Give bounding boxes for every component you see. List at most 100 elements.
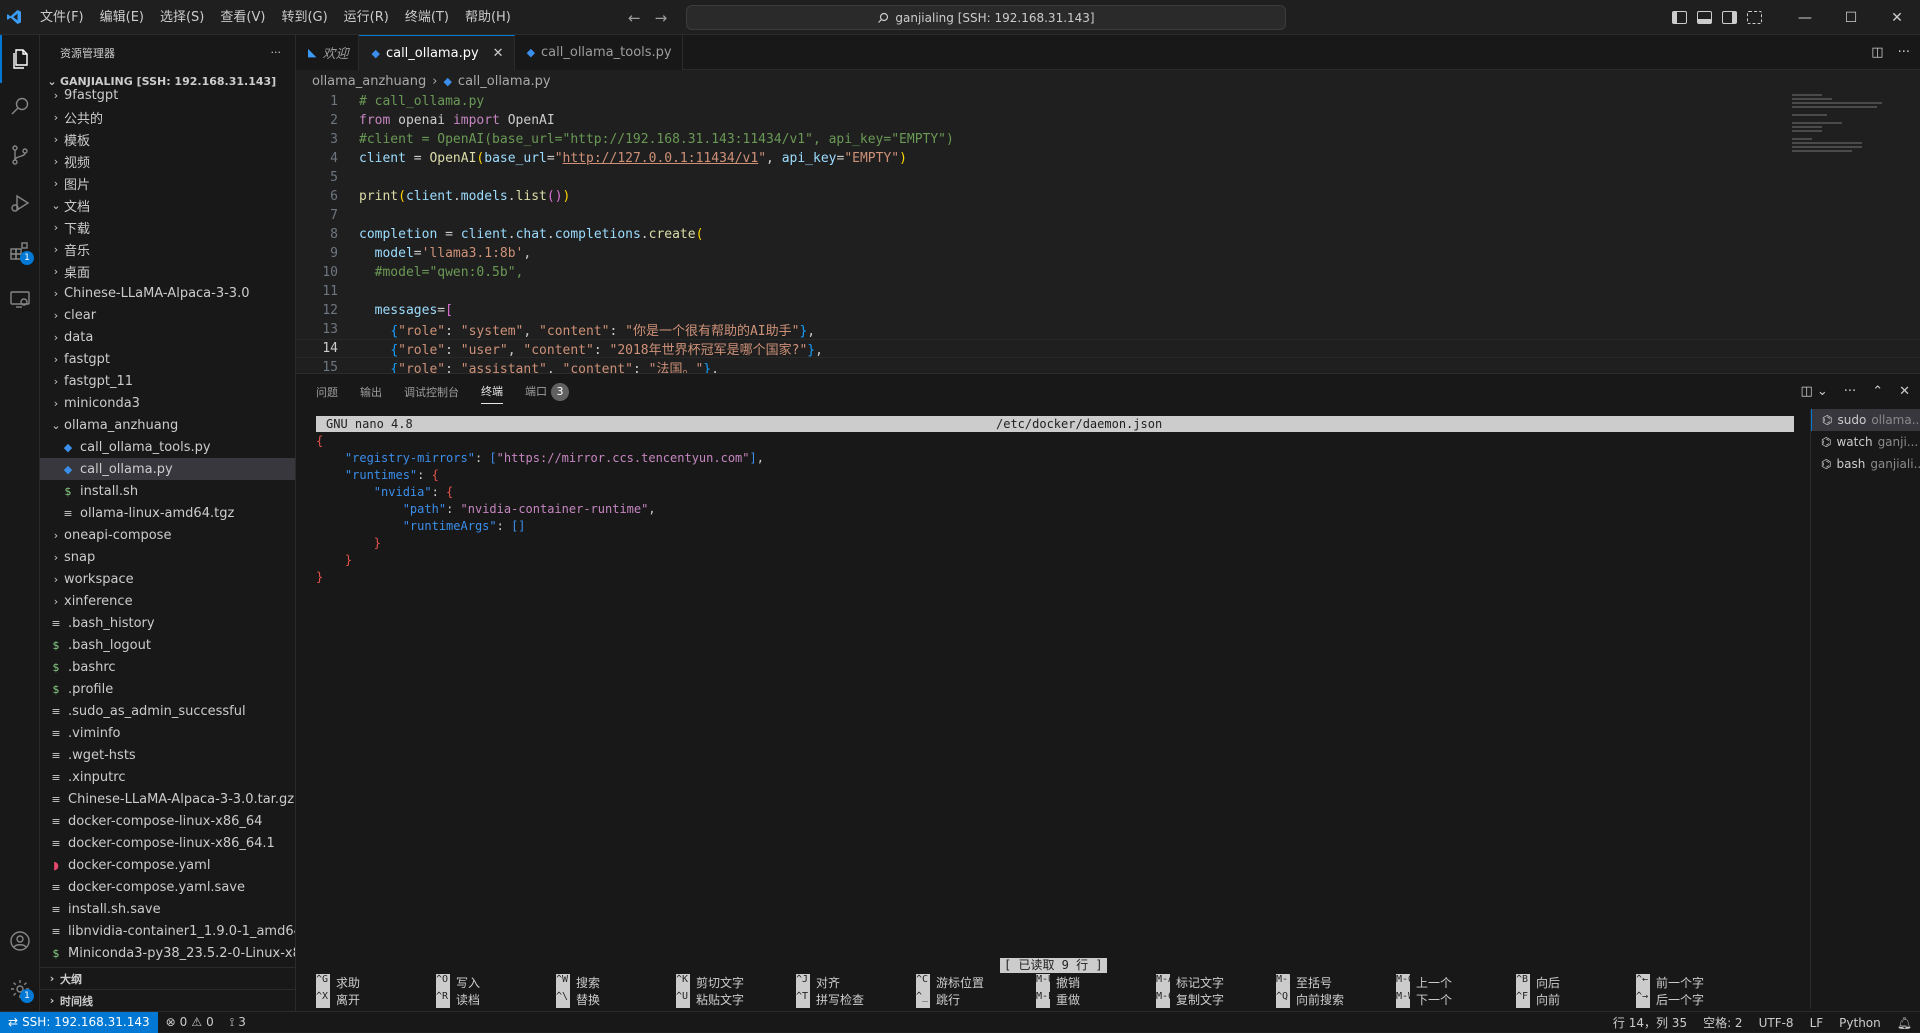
accounts-icon[interactable]	[0, 917, 40, 965]
forward-arrow-icon[interactable]: →	[655, 9, 668, 27]
folder-item[interactable]: › 音乐	[40, 238, 295, 260]
folder-item[interactable]: › miniconda3	[40, 392, 295, 414]
folder-item[interactable]: › xinference	[40, 590, 295, 612]
remote-explorer-icon[interactable]	[0, 275, 40, 323]
language-mode[interactable]: Python	[1831, 1016, 1889, 1030]
menu-item[interactable]: 终端(T)	[397, 0, 457, 35]
file-item[interactable]: $ .bash_logout	[40, 634, 295, 656]
indentation[interactable]: 空格: 2	[1695, 1014, 1751, 1031]
code-editor[interactable]: 1 # call_ollama.py 2 from openai import Ope…	[296, 92, 1920, 377]
folder-item[interactable]: ⌄ ollama_anzhuang	[40, 414, 295, 436]
folder-item[interactable]: › Chinese-LLaMA-Alpaca-3-3.0	[40, 282, 295, 304]
folder-item[interactable]: › fastgpt_11	[40, 370, 295, 392]
more-actions-icon[interactable]: ···	[1898, 45, 1910, 60]
toggle-primary-sidebar-icon[interactable]	[1672, 11, 1687, 24]
folder-item[interactable]: › 桌面	[40, 260, 295, 282]
source-control-icon[interactable]	[0, 131, 40, 179]
file-item[interactable]: ≡ ollama-linux-amd64.tgz	[40, 502, 295, 524]
extensions-icon[interactable]: 1	[0, 227, 40, 275]
encoding[interactable]: UTF-8	[1751, 1016, 1802, 1030]
end-of-line[interactable]: LF	[1802, 1016, 1832, 1030]
folder-item[interactable]: › fastgpt	[40, 348, 295, 370]
folder-item[interactable]: › workspace	[40, 568, 295, 590]
close-panel-icon[interactable]: ✕	[1899, 384, 1910, 399]
panel-tab[interactable]: 问题	[316, 384, 338, 400]
terminal-instance[interactable]: ⌬ watch ganji...	[1811, 431, 1920, 453]
run-debug-icon[interactable]	[0, 179, 40, 227]
file-item[interactable]: $ .profile	[40, 678, 295, 700]
folder-item[interactable]: › 视频	[40, 150, 295, 172]
terminal-instance[interactable]: ⌬ bash ganjiali...	[1811, 453, 1920, 475]
file-item[interactable]: ≡ docker-compose-linux-x86_64.1	[40, 832, 295, 854]
maximize-button[interactable]: ☐	[1828, 0, 1874, 35]
menu-item[interactable]: 帮助(H)	[457, 0, 519, 35]
file-item[interactable]: ≡ libnvidia-container1_1.9.0-1_amd64...	[40, 920, 295, 942]
explorer-icon[interactable]	[0, 35, 40, 83]
file-item[interactable]: ≡ docker-compose-linux-x86_64	[40, 810, 295, 832]
panel-tab[interactable]: 端口 3	[525, 382, 569, 401]
nano-buffer[interactable]: { "registry-mirrors": ["https://mirror.c…	[316, 432, 1794, 585]
terminal-layout-icon[interactable]: ◫ ⌄	[1800, 384, 1827, 399]
panel-tab[interactable]: 调试控制台	[404, 384, 459, 400]
toggle-secondary-sidebar-icon[interactable]	[1722, 11, 1737, 24]
notifications-bell-icon[interactable]: 🔔︎	[1889, 1016, 1920, 1030]
folder-item[interactable]: ⌄ 文档	[40, 194, 295, 216]
menu-item[interactable]: 转到(G)	[273, 0, 335, 35]
file-item[interactable]: $ .bashrc	[40, 656, 295, 678]
file-item[interactable]: ◆ call_ollama.py	[40, 458, 295, 480]
folder-item[interactable]: › oneapi-compose	[40, 524, 295, 546]
more-actions-icon[interactable]: ···	[271, 46, 282, 59]
breadcrumb-file[interactable]: call_ollama.py	[458, 74, 551, 89]
folder-item[interactable]: › 下载	[40, 216, 295, 238]
remote-indicator[interactable]: ⇄ SSH: 192.168.31.143	[0, 1011, 158, 1033]
cursor-position[interactable]: 行 14，列 35	[1605, 1014, 1695, 1031]
settings-gear-icon[interactable]: 1	[0, 965, 40, 1013]
file-item[interactable]: ≡ docker-compose.yaml.save	[40, 876, 295, 898]
file-item[interactable]: ≡ install.sh.save	[40, 898, 295, 920]
close-icon[interactable]: ✕	[493, 46, 504, 61]
timeline-section-header[interactable]: › 时间线	[40, 989, 295, 1011]
problems-indicator[interactable]: ⊗ 0 ⚠ 0	[158, 1015, 222, 1029]
command-center[interactable]: ganjialing [SSH: 192.168.31.143]	[686, 5, 1286, 30]
search-view-icon[interactable]	[0, 83, 40, 131]
editor-tab[interactable]: ◆ call_ollama.py ✕	[359, 35, 515, 71]
breadcrumb-folder[interactable]: ollama_anzhuang	[312, 74, 426, 89]
editor-tab[interactable]: ◆ call_ollama_tools.py	[514, 35, 683, 70]
folder-item[interactable]: › 模板	[40, 128, 295, 150]
more-actions-icon[interactable]: ···	[1844, 384, 1856, 399]
maximize-panel-icon[interactable]: ⌃	[1872, 384, 1883, 399]
file-item[interactable]: ≡ .wget-hsts	[40, 744, 295, 766]
panel-tab[interactable]: 输出	[360, 384, 382, 400]
file-item[interactable]: $ install.sh	[40, 480, 295, 502]
folder-item[interactable]: › data	[40, 326, 295, 348]
file-item[interactable]: ≡ .sudo_as_admin_successful	[40, 700, 295, 722]
folder-item[interactable]: › clear	[40, 304, 295, 326]
terminal[interactable]: GNU nano 4.8 /etc/docker/daemon.json { "…	[316, 416, 1794, 1008]
menu-item[interactable]: 选择(S)	[152, 0, 212, 35]
folder-item[interactable]: › 图片	[40, 172, 295, 194]
minimize-button[interactable]: —	[1782, 0, 1828, 35]
file-item[interactable]: ◆ call_ollama_tools.py	[40, 436, 295, 458]
close-window-button[interactable]: ✕	[1874, 0, 1920, 35]
menu-item[interactable]: 运行(R)	[336, 0, 397, 35]
file-item[interactable]: ≡ .xinputrc	[40, 766, 295, 788]
file-item[interactable]: ≡ .bash_history	[40, 612, 295, 634]
folder-item[interactable]: › 公共的	[40, 106, 295, 128]
editor-tab[interactable]: ◣ 欢迎	[296, 35, 360, 70]
split-editor-icon[interactable]: ◫	[1871, 45, 1883, 60]
panel-tab[interactable]: 终端	[481, 383, 503, 404]
file-item[interactable]: ≡ .viminfo	[40, 722, 295, 744]
folder-item[interactable]: › snap	[40, 546, 295, 568]
ports-indicator[interactable]: ⟟ 3	[222, 1015, 254, 1030]
outline-section-header[interactable]: › 大纲	[40, 967, 295, 989]
menu-item[interactable]: 查看(V)	[212, 0, 273, 35]
terminal-instance[interactable]: ⌬ sudo ollama...	[1811, 409, 1920, 431]
file-item[interactable]: ◗ docker-compose.yaml	[40, 854, 295, 876]
minimap[interactable]	[1792, 92, 1892, 172]
toggle-panel-icon[interactable]	[1697, 11, 1712, 24]
menu-item[interactable]: 文件(F)	[32, 0, 92, 35]
file-item[interactable]: $ Miniconda3-py38_23.5.2-0-Linux-x8...	[40, 942, 296, 964]
customize-layout-icon[interactable]	[1747, 11, 1762, 24]
folder-item[interactable]: › 9fastgpt	[40, 84, 295, 106]
file-item[interactable]: ≡ Chinese-LLaMA-Alpaca-3-3.0.tar.gz	[40, 788, 295, 810]
